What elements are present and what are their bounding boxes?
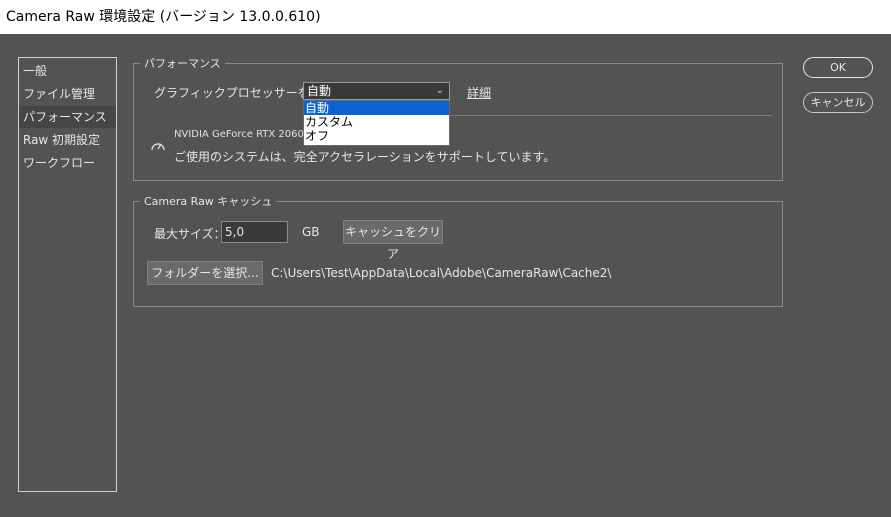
cache-group: Camera Raw キャッシュ xyxy=(133,193,783,307)
sidebar-item-performance[interactable]: パフォーマンス xyxy=(19,106,116,128)
max-size-input[interactable]: 5,0 xyxy=(221,221,288,243)
sidebar-item-file-handling[interactable]: ファイル管理 xyxy=(19,83,116,105)
sidebar-item-raw-defaults[interactable]: Raw 初期設定 xyxy=(19,129,116,151)
window-title: Camera Raw 環境設定 (バージョン 13.0.0.610) xyxy=(6,9,321,25)
size-unit: GB xyxy=(302,225,320,239)
gauge-icon xyxy=(151,143,165,151)
cancel-button[interactable]: キャンセル xyxy=(803,92,873,113)
ok-button[interactable]: OK xyxy=(803,57,873,78)
choose-folder-button[interactable]: フォルダーを選択... xyxy=(147,261,263,285)
sidebar: 一般 ファイル管理 パフォーマンス Raw 初期設定 ワークフロー xyxy=(18,57,117,492)
gpu-select[interactable]: 自動 ⌄ xyxy=(303,82,450,100)
gpu-option-auto[interactable]: 自動 xyxy=(304,101,449,115)
title-bar: Camera Raw 環境設定 (バージョン 13.0.0.610) xyxy=(0,0,891,34)
gpu-select-value: 自動 xyxy=(307,84,332,98)
performance-legend: パフォーマンス xyxy=(144,57,221,70)
sidebar-item-workflow[interactable]: ワークフロー xyxy=(19,152,116,174)
detail-link[interactable]: 詳細 xyxy=(467,84,491,101)
clear-cache-button[interactable]: キャッシュをクリア xyxy=(343,220,443,261)
max-size-label: 最大サイズ： xyxy=(154,227,226,241)
gpu-option-off[interactable]: オフ xyxy=(304,129,449,143)
chevron-down-icon: ⌄ xyxy=(435,85,444,96)
gpu-option-custom[interactable]: カスタム xyxy=(304,115,449,129)
sidebar-item-general[interactable]: 一般 xyxy=(19,60,116,82)
gpu-name: NVIDIA GeForce RTX 2060 xyxy=(174,129,304,140)
cache-legend: Camera Raw キャッシュ xyxy=(144,195,273,208)
cache-path: C:\Users\Test\AppData\Local\Adobe\Camera… xyxy=(271,266,612,280)
gpu-dropdown-list: 自動 カスタム オフ xyxy=(303,100,450,146)
gpu-status: ご使用のシステムは、完全アクセラレーションをサポートしています。 xyxy=(174,150,556,164)
